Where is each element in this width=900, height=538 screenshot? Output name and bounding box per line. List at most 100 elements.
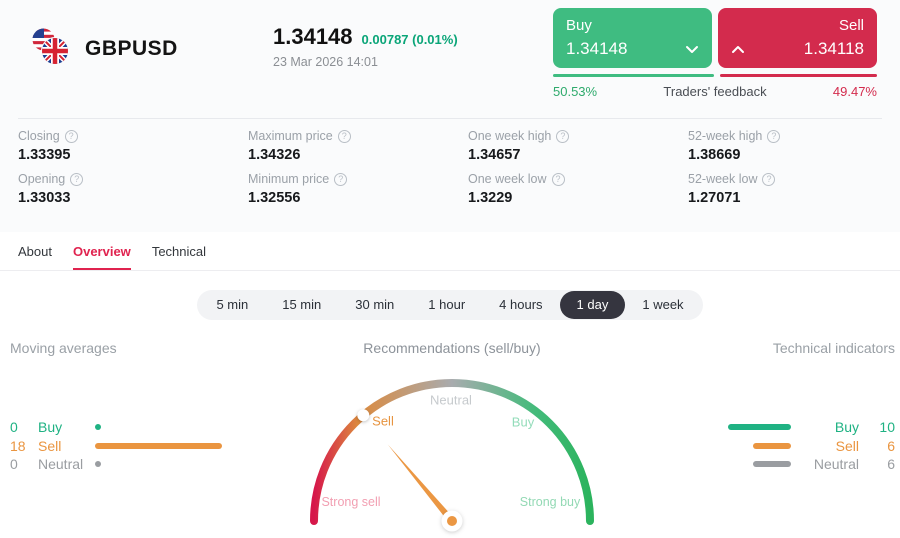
question-icon[interactable] [767,130,780,143]
gauge-label-strong-buy: Strong buy [520,495,580,509]
feedback-label: Traders' feedback [663,84,766,99]
stat-label: Opening [18,172,65,186]
timeframe-30min[interactable]: 30 min [338,291,411,319]
timeframe-5min[interactable]: 5 min [199,291,265,319]
gauge-needle [385,442,454,523]
gauge-label-sell: Sell [372,414,394,429]
moving-averages-title: Moving averages [10,340,290,356]
timeframe-1week[interactable]: 1 week [625,291,700,319]
ma-neutral-count: 0 [10,456,38,472]
gauge-label-buy: Buy [512,415,534,430]
ma-buy-count: 0 [10,419,38,435]
stat-value: 1.3229 [468,190,688,206]
gbpusd-quote-page: GBPUSD 1.34148 0.00787 (0.01%) 23 Mar 20… [0,0,900,538]
quote-timestamp: 23 Mar 2026 14:01 [273,55,458,69]
ma-neutral-label: Neutral [38,456,95,472]
stat-label: One week high [468,129,551,143]
tab-about[interactable]: About [18,244,52,270]
stat-value: 1.34326 [248,147,468,163]
buy-price: 1.34148 [566,39,627,59]
feedback-sell-pct: 49.47% [833,84,877,99]
gauge-label-neutral: Neutral [430,393,472,408]
question-icon[interactable] [556,130,569,143]
chevron-up-icon [731,45,745,54]
moving-averages-panel: Moving averages 0 Buy 18 Sell 0 Neutral [10,340,290,474]
price-block: 1.34148 0.00787 (0.01%) 23 Mar 2026 14:0… [273,24,458,69]
page-tabs: About Overview Technical [0,232,900,271]
tab-overview[interactable]: Overview [73,244,131,270]
timeframe-group: 5 min 15 min 30 min 1 hour 4 hours 1 day… [197,290,702,320]
stat-52-week-high: 52-week high 1.38669 [688,129,882,163]
ma-sell-label: Sell [38,438,95,454]
stat-52-week-low: 52-week low 1.27071 [688,172,882,206]
ti-sell-bar [753,443,791,449]
timeframe-bar: 5 min 15 min 30 min 1 hour 4 hours 1 day… [0,290,900,320]
ma-row-buy: 0 Buy [10,418,290,437]
stat-value: 1.33033 [18,190,248,206]
stat-label: Closing [18,129,60,143]
stat-label: 52-week high [688,129,762,143]
ma-buy-bar [95,424,101,430]
gauge-hub-dot [447,516,457,526]
ma-sell-count: 18 [10,438,38,454]
question-icon[interactable] [552,173,565,186]
traders-feedback-bar [553,74,877,77]
stat-maximum-price: Maximum price 1.34326 [248,129,468,163]
ti-neutral-count: 6 [869,456,895,472]
feedback-buy-pct: 50.53% [553,84,597,99]
ti-buy-count: 10 [869,419,895,435]
tab-technical[interactable]: Technical [152,244,206,270]
question-icon[interactable] [334,173,347,186]
stat-one-week-high: One week high 1.34657 [468,129,688,163]
instrument-header: GBPUSD [30,26,178,71]
buy-button[interactable]: Buy 1.34148 [553,8,712,68]
recommendation-gauge: Neutral Sell Buy Strong sell Strong buy [302,368,602,538]
timeframe-1day[interactable]: 1 day [560,291,626,319]
question-icon[interactable] [65,130,78,143]
sell-button[interactable]: Sell 1.34118 [718,8,877,68]
analysis-section: Moving averages 0 Buy 18 Sell 0 Neutral [0,340,900,538]
question-icon[interactable] [762,173,775,186]
instrument-symbol: GBPUSD [85,37,178,61]
stat-value: 1.32556 [248,190,468,206]
current-price: 1.34148 [273,24,353,50]
timeframe-1hour[interactable]: 1 hour [411,291,482,319]
stats-grid: Closing 1.33395 Maximum price 1.34326 On… [18,129,882,206]
ma-row-neutral: 0 Neutral [10,455,290,474]
stat-closing: Closing 1.33395 [18,129,248,163]
ma-row-sell: 18 Sell [10,437,290,456]
stat-label: 52-week low [688,172,757,186]
recommendations-panel: Recommendations (sell/buy) Neutral Sell [302,340,602,538]
stat-label: Minimum price [248,172,329,186]
sell-price: 1.34118 [804,39,864,59]
stat-value: 1.38669 [688,147,882,163]
gauge-label-strong-sell: Strong sell [321,495,380,509]
stat-opening: Opening 1.33033 [18,172,248,206]
ti-neutral-label: Neutral [801,456,859,472]
ti-row-neutral: Neutral 6 [610,455,895,474]
ma-sell-bar [95,443,222,449]
price-change: 0.00787 (0.01%) [362,32,458,47]
ti-sell-count: 6 [869,438,895,454]
stat-one-week-low: One week low 1.3229 [468,172,688,206]
stat-value: 1.33395 [18,147,248,163]
ti-buy-label: Buy [801,419,859,435]
question-icon[interactable] [338,130,351,143]
ma-neutral-bar [95,461,101,467]
buy-button-label: Buy [566,17,699,34]
timeframe-4hours[interactable]: 4 hours [482,291,559,319]
ti-row-buy: Buy 10 [610,418,895,437]
timeframe-15min[interactable]: 15 min [265,291,338,319]
ti-neutral-bar [753,461,791,467]
stat-value: 1.27071 [688,190,882,206]
technical-indicators-title: Technical indicators [610,340,895,356]
technical-indicators-panel: Technical indicators Buy 10 Sell 6 Neutr… [610,340,895,474]
gbp-usd-flags-icon [30,26,70,71]
feedback-sell-bar [720,74,877,77]
stat-value: 1.34657 [468,147,688,163]
question-icon[interactable] [70,173,83,186]
recommendations-title: Recommendations (sell/buy) [302,340,602,356]
quote-header-card: GBPUSD 1.34148 0.00787 (0.01%) 23 Mar 20… [0,0,900,232]
header-divider [18,118,882,119]
sell-button-label: Sell [731,17,864,34]
